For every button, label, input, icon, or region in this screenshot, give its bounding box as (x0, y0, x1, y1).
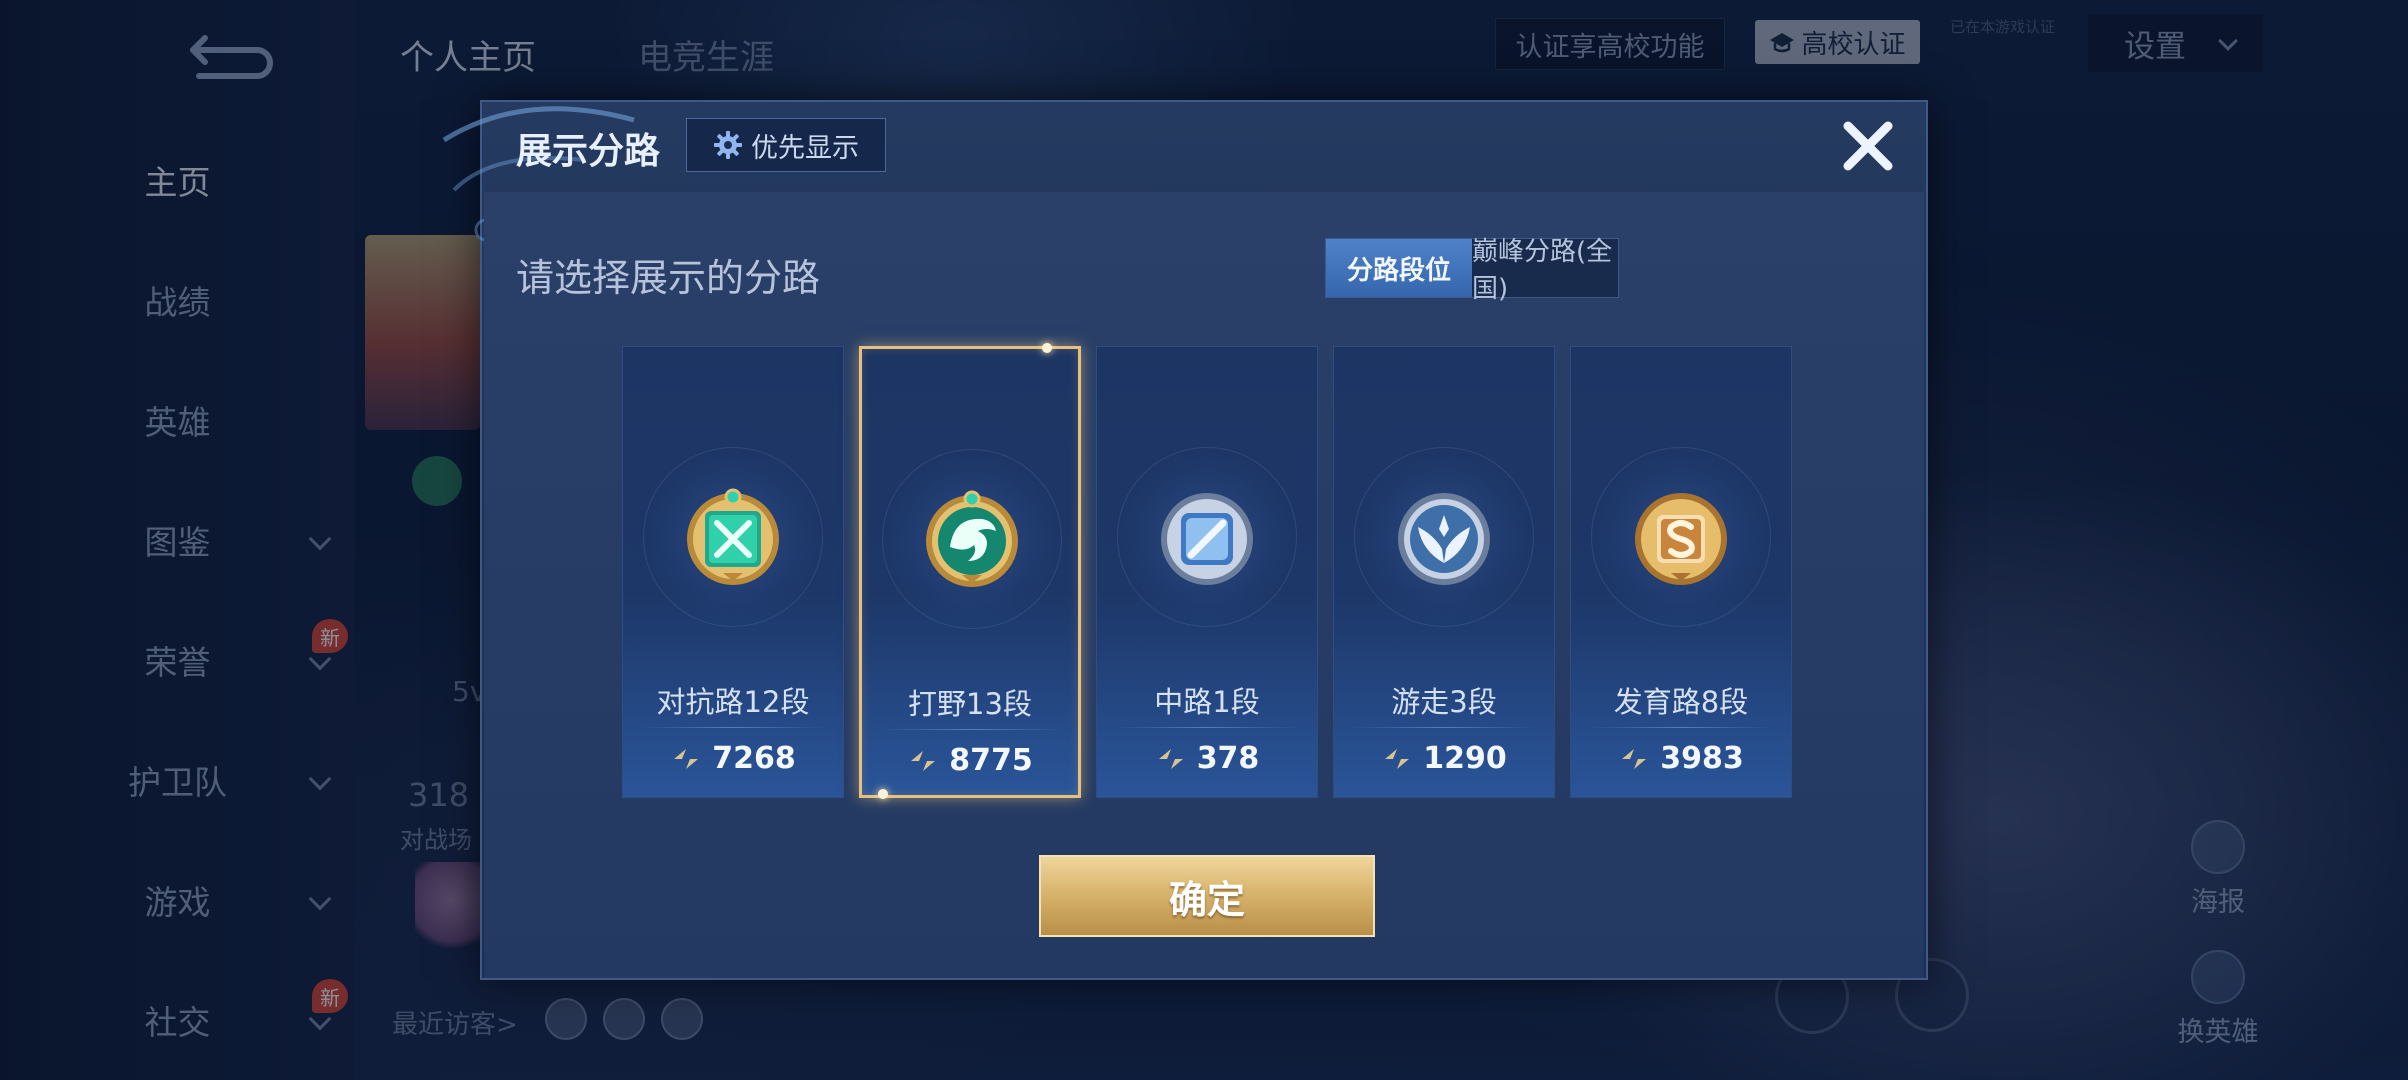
lane-rank-text: 游走3段 (1391, 685, 1497, 719)
priority-display-label: 优先显示 (751, 132, 859, 164)
tab-lane-rank[interactable]: 分路段位 (1326, 239, 1472, 297)
lane-rank-text: 打野13段 (908, 687, 1032, 721)
lane-score: 7268 (623, 741, 843, 776)
lane-score: 378 (1097, 741, 1317, 776)
lane-card-mid[interactable]: 中路1段 378 (1096, 346, 1318, 798)
divider (641, 727, 825, 728)
lane-score-value: 1290 (1423, 741, 1507, 776)
divider (1589, 727, 1773, 728)
clash-lane-emblem-icon (687, 488, 779, 585)
dialog-title: 展示分路 (516, 131, 661, 172)
lane-card-jungle[interactable]: 打野13段 8775 (859, 343, 1081, 799)
lane-score-value: 378 (1196, 741, 1260, 776)
lane-view-tabs: 分路段位 巅峰分路(全国) (1325, 237, 1619, 304)
gear-icon (714, 131, 742, 159)
lane-rank-text: 发育路8段 (1613, 685, 1749, 719)
lane-score: 3983 (1571, 741, 1791, 776)
lane-score-value: 3983 (1660, 741, 1744, 776)
divider (1352, 727, 1536, 728)
jungle-emblem-icon (926, 490, 1018, 587)
lane-score: 8775 (862, 743, 1078, 778)
score-icon (1158, 748, 1183, 769)
lane-card-farm[interactable]: 发育路8段 3983 (1570, 346, 1792, 798)
farm-lane-emblem-icon (1635, 493, 1727, 585)
divider (1115, 727, 1299, 728)
roam-emblem-icon (1398, 493, 1490, 585)
section-title: 请选择展示的分路 (516, 256, 821, 300)
close-icon[interactable] (1838, 116, 1898, 176)
confirm-button[interactable]: 确定 (1039, 855, 1375, 937)
lane-score-value: 7268 (712, 741, 796, 776)
priority-display-button[interactable]: 优先显示 (686, 118, 886, 172)
selection-dot (878, 789, 888, 799)
lane-score: 1290 (1334, 741, 1554, 776)
lane-rank-text: 对抗路12段 (656, 685, 810, 719)
score-icon (674, 748, 699, 769)
mid-lane-emblem-icon (1161, 493, 1253, 585)
lane-card-roam[interactable]: 游走3段 1290 (1333, 346, 1555, 798)
score-icon (1385, 748, 1410, 769)
selection-dot (1042, 343, 1052, 353)
divider (880, 729, 1064, 730)
lane-card-clash[interactable]: 对抗路12段 7268 (622, 346, 844, 798)
lane-card-list: 对抗路12段 7268 打野13段 8775 中路1段 378 游走3段 129… (622, 343, 1792, 799)
score-icon (1622, 748, 1647, 769)
score-icon (911, 750, 936, 771)
lane-score-value: 8775 (949, 743, 1033, 778)
lane-rank-text: 中路1段 (1154, 685, 1260, 719)
tab-peak-lane-national[interactable]: 巅峰分路(全国) (1472, 237, 1618, 304)
lane-display-dialog: 展示分路 优先显示 请选择展示的分路 分路段位 巅峰分路(全国) 对抗路12段 … (442, 100, 1928, 980)
